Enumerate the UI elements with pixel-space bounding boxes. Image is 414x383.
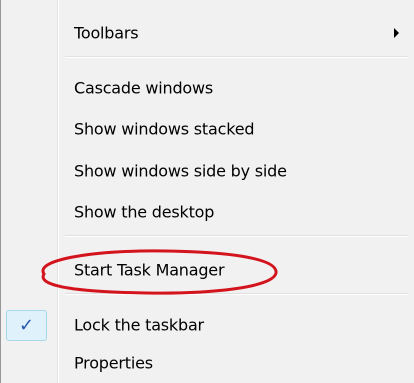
menu-item-label: Toolbars <box>74 23 139 43</box>
menu-item-label: Cascade windows <box>74 78 214 98</box>
checkmark-icon: ✓ <box>18 315 35 336</box>
menu-item-label: Lock the taskbar <box>74 315 204 335</box>
menu-item-start-task-manager[interactable]: Start Task Manager <box>1 252 414 288</box>
menu-item-show-windows-stacked[interactable]: Show windows stacked <box>1 111 414 147</box>
menu-item-label: Start Task Manager <box>74 260 225 280</box>
menu-item-show-the-desktop[interactable]: Show the desktop <box>1 194 414 230</box>
checkmark-box: ✓ <box>6 310 47 341</box>
menu-item-toolbars[interactable]: Toolbars <box>1 15 414 51</box>
menu-item-lock-the-taskbar[interactable]: ✓ Lock the taskbar <box>1 307 414 343</box>
submenu-arrow-icon <box>394 28 399 38</box>
menu-item-cascade-windows[interactable]: Cascade windows <box>1 70 414 106</box>
menu-item-label: Show windows stacked <box>74 119 255 139</box>
menu-item-show-windows-side-by-side[interactable]: Show windows side by side <box>1 153 414 189</box>
menu-item-label: Show windows side by side <box>74 161 287 181</box>
menu-item-label: Properties <box>74 353 153 373</box>
menu-separator <box>65 293 408 295</box>
menu-separator <box>65 235 408 237</box>
menu-item-properties[interactable]: Properties <box>1 345 414 381</box>
taskbar-context-menu: Toolbars Cascade windows Show windows st… <box>0 0 414 383</box>
menu-separator <box>65 56 408 58</box>
menu-item-label: Show the desktop <box>74 202 215 222</box>
